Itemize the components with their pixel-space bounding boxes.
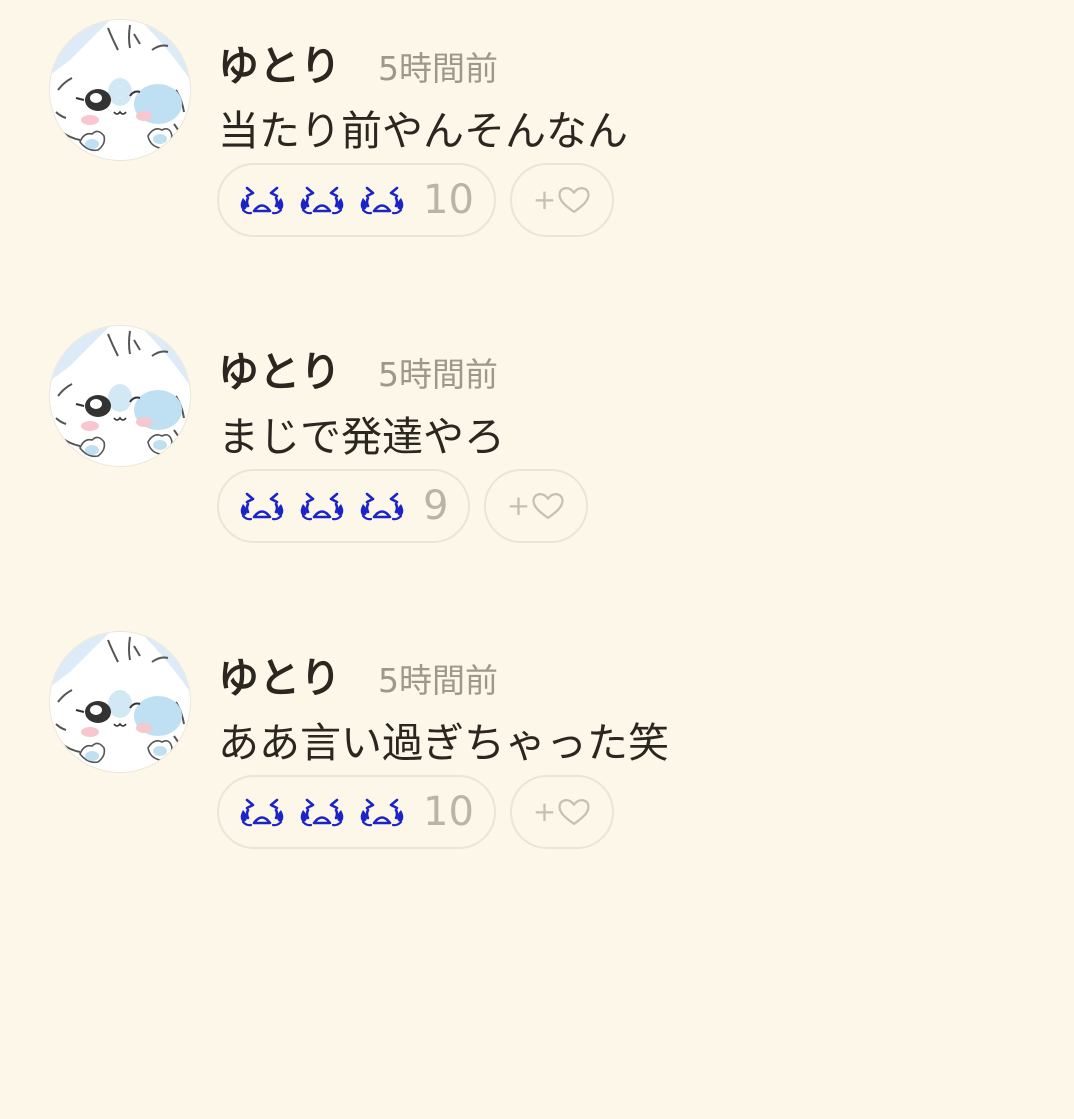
add-reaction-button[interactable]: + (484, 469, 588, 543)
add-reaction-plus: + (506, 489, 531, 522)
crying-face-icon (237, 792, 287, 832)
crying-face-icon (357, 180, 407, 220)
reaction-count: 10 (423, 789, 474, 835)
comment-timestamp: 5時間前 (378, 355, 498, 394)
comment-timestamp: 5時間前 (378, 49, 498, 88)
white-rabbit-character-avatar-icon (50, 632, 190, 772)
reaction-summary-button[interactable]: 9 (217, 469, 471, 543)
crying-face-icon (297, 486, 347, 526)
white-rabbit-character-avatar-icon (50, 326, 190, 466)
white-rabbit-character-avatar-icon (50, 20, 190, 160)
comment-author[interactable]: ゆとり (218, 40, 341, 92)
comment-timestamp: 5時間前 (378, 661, 498, 700)
add-reaction-button[interactable]: + (510, 775, 614, 849)
comment-item: ゆとり 5時間前 当たり前やんそんなん 10 + (0, 0, 1074, 250)
reaction-emoji-list (237, 486, 407, 526)
add-reaction-plus: + (532, 183, 557, 216)
reaction-emoji-list (237, 792, 407, 832)
reaction-emoji-list (237, 180, 407, 220)
comment-item: ゆとり 5時間前 まじで発達やろ 9 + (0, 306, 1074, 556)
user-avatar[interactable] (50, 20, 190, 160)
comment-text: 当たり前やんそんなん (218, 107, 628, 155)
comment-text: ああ言い過ぎちゃった笑 (218, 719, 669, 767)
comment-text: まじで発達やろ (218, 413, 505, 461)
crying-face-icon (297, 180, 347, 220)
reaction-count: 9 (423, 483, 449, 529)
add-reaction-plus: + (532, 795, 557, 828)
heart-outline-icon (531, 491, 565, 521)
comment-item: ゆとり 5時間前 ああ言い過ぎちゃった笑 10 + (0, 612, 1074, 862)
crying-face-icon (357, 486, 407, 526)
comment-author[interactable]: ゆとり (218, 652, 341, 704)
heart-outline-icon (557, 797, 591, 827)
crying-face-icon (237, 180, 287, 220)
crying-face-icon (297, 792, 347, 832)
reaction-count: 10 (423, 177, 474, 223)
add-reaction-button[interactable]: + (510, 163, 614, 237)
user-avatar[interactable] (50, 632, 190, 772)
heart-outline-icon (557, 185, 591, 215)
crying-face-icon (357, 792, 407, 832)
crying-face-icon (237, 486, 287, 526)
comment-author[interactable]: ゆとり (218, 346, 341, 398)
user-avatar[interactable] (50, 326, 190, 466)
reaction-summary-button[interactable]: 10 (217, 163, 496, 237)
reaction-summary-button[interactable]: 10 (217, 775, 496, 849)
